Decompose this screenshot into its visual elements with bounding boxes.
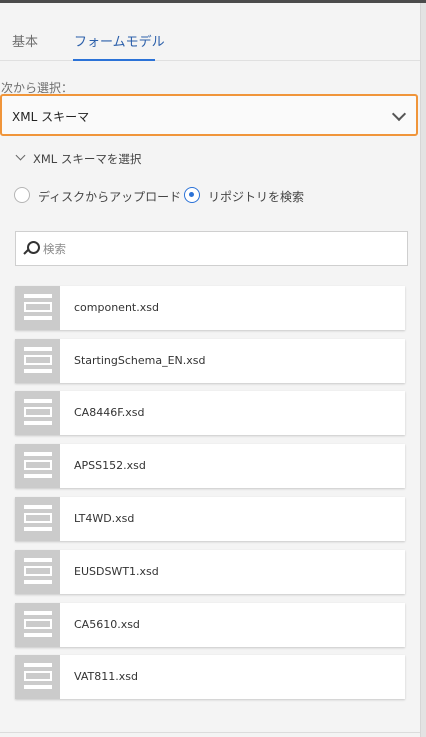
section-label: XML スキーマを選択 — [33, 152, 142, 166]
file-name: CA5610.xsd — [74, 618, 140, 631]
file-thumbnail — [15, 655, 60, 699]
file-name: component.xsd — [74, 301, 159, 314]
schema-doc-icon — [24, 558, 52, 586]
file-thumbnail — [15, 391, 60, 435]
file-name: LT4WD.xsd — [74, 512, 135, 525]
schema-doc-icon — [24, 505, 52, 533]
file-item-vat811[interactable]: VAT811.xsd — [15, 655, 405, 699]
file-item-eusdswt1[interactable]: EUSDSWT1.xsd — [15, 550, 405, 594]
file-thumbnail — [15, 444, 60, 488]
radio-checked-icon — [184, 187, 200, 203]
file-item-component[interactable]: component.xsd — [15, 286, 405, 330]
tab-bar: 基本 フォームモデル — [0, 3, 420, 61]
search-box — [15, 231, 408, 266]
schema-doc-icon — [24, 611, 52, 639]
schema-doc-icon — [24, 663, 52, 691]
radio-label: リポジトリを検索 — [208, 190, 305, 204]
file-thumbnail — [15, 603, 60, 647]
panel-scroll-edge[interactable] — [420, 3, 426, 737]
chevron-down-icon — [391, 106, 407, 122]
file-thumbnail — [15, 286, 60, 330]
file-thumbnail — [15, 339, 60, 383]
file-name: VAT811.xsd — [74, 670, 138, 683]
schema-doc-icon — [24, 452, 52, 480]
file-name: StartingSchema_EN.xsd — [74, 354, 206, 367]
file-item-startingschema[interactable]: StartingSchema_EN.xsd — [15, 339, 405, 383]
search-icon — [23, 241, 40, 257]
schema-doc-icon — [24, 294, 52, 322]
radio-label: ディスクからアップロード — [38, 190, 182, 204]
schema-doc-icon — [24, 347, 52, 375]
file-name: CA8446F.xsd — [74, 406, 145, 419]
schema-doc-icon — [24, 399, 52, 427]
tab-basic[interactable]: 基本 — [12, 31, 38, 50]
dropdown-selected-value: XML スキーマ — [12, 110, 90, 124]
bottom-divider — [0, 732, 420, 733]
file-thumbnail — [15, 550, 60, 594]
file-item-ca8446f[interactable]: CA8446F.xsd — [15, 391, 405, 435]
file-name: EUSDSWT1.xsd — [74, 565, 159, 578]
file-thumbnail — [15, 497, 60, 541]
active-tab-indicator — [73, 59, 155, 61]
model-source-dropdown[interactable]: XML スキーマ — [0, 94, 418, 136]
file-item-apss152[interactable]: APSS152.xsd — [15, 444, 405, 488]
file-item-ca5610[interactable]: CA5610.xsd — [15, 603, 405, 647]
file-name: APSS152.xsd — [74, 459, 146, 472]
file-item-lt4wd[interactable]: LT4WD.xsd — [15, 497, 405, 541]
search-input[interactable] — [43, 240, 393, 258]
radio-unchecked-icon — [14, 187, 30, 203]
tab-form-model[interactable]: フォームモデル — [74, 31, 165, 50]
